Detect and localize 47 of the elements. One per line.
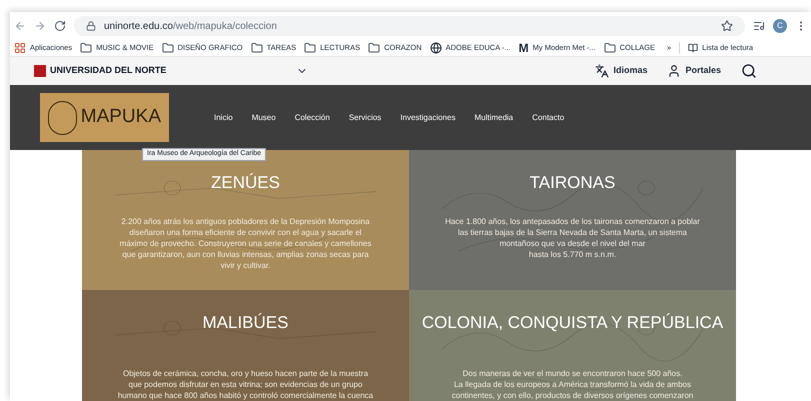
apps-icon <box>14 42 26 54</box>
folder-icon <box>304 42 316 54</box>
back-icon[interactable] <box>14 20 26 32</box>
url-text: uninorte.edu.co/web/mapuka/coleccion <box>104 20 277 34</box>
nav-link[interactable]: Investigaciones <box>400 112 456 124</box>
lock-icon <box>86 21 96 31</box>
university-name[interactable]: UNIVERSIDAD DEL NORTE <box>50 64 166 78</box>
collection-card[interactable] <box>82 150 409 290</box>
card-description: Dos maneras de ver el mundo se encontraron hace 500 años. La llegada de los europeos a América transformó la vida de ambos continentes, y con ello, productos de diversos orígenes comenzaron <box>452 368 694 400</box>
nav-link[interactable]: Servicios <box>348 112 382 124</box>
university-logo-icon <box>34 65 46 77</box>
mapuka-logo[interactable]: MAPUKA <box>40 93 169 142</box>
card-title: ZENÚES <box>211 172 280 194</box>
nav-link[interactable]: Museo <box>252 112 276 124</box>
star-icon[interactable] <box>721 20 733 32</box>
m-logo-icon: M <box>518 42 529 54</box>
header-link[interactable]: Portales <box>667 64 721 78</box>
nav-link[interactable]: Multimedia <box>474 112 514 124</box>
profile-avatar[interactable]: C <box>773 19 787 33</box>
reload-icon[interactable] <box>54 20 66 32</box>
card-description: Hace 1.800 años, los antepasados de los taironas comenzaron a poblar las tierras bajas de la Sierra Nevada de Santa Marta, un sistema montañoso que va desde el nivel del mar hasta los 5.770 m s.n.m. <box>445 216 700 260</box>
card-description: 2.200 años atrás los antiguos pobladores de la Depresión Momposina diseñaron una forma eficiente de convivir con el agua y sacarle el máximo de provecho. Construyeron una serie de canales y camellones que garantizaron, aun con lluvias intensas, amplias zonas secas para vivir y cultivar. <box>120 216 372 270</box>
folder-icon <box>80 42 92 54</box>
folder-icon <box>250 42 263 54</box>
nav-link[interactable]: Colección <box>294 112 330 124</box>
user-icon <box>667 64 682 78</box>
card-title: MALIBÚES <box>202 312 288 334</box>
forward-icon[interactable] <box>34 20 46 32</box>
card-title: COLONIA, CONQUISTA Y REPÚBLICA <box>422 312 724 334</box>
book-icon <box>688 43 698 53</box>
collection-card[interactable] <box>409 150 736 290</box>
nav-link[interactable]: Inicio <box>214 112 233 124</box>
folder-icon <box>368 42 380 54</box>
globe-icon <box>430 42 442 54</box>
search-icon[interactable] <box>741 63 757 79</box>
collection-card[interactable] <box>409 290 736 401</box>
card-description: Objetos de cerámica, concha, oro y hueso hacen parte de la muestra que podemos disfrutar en esta vitrina; son evidencias de un grupo humano que hace 800 años habitó y controló comercialmente la cuenca <box>118 368 374 400</box>
card-title: TAIRONAS <box>530 172 616 194</box>
folder-icon <box>162 42 174 54</box>
translate-icon <box>595 64 610 78</box>
nav-link[interactable]: Contacto <box>532 112 564 124</box>
media-icon[interactable] <box>753 20 765 32</box>
header-link[interactable]: Idiomas <box>595 64 648 78</box>
collection-card[interactable] <box>82 290 409 401</box>
folder-icon <box>604 42 616 54</box>
logo-text: MAPUKA <box>80 105 161 130</box>
address-bar[interactable]: uninorte.edu.co/web/mapuka/coleccion <box>74 16 745 36</box>
